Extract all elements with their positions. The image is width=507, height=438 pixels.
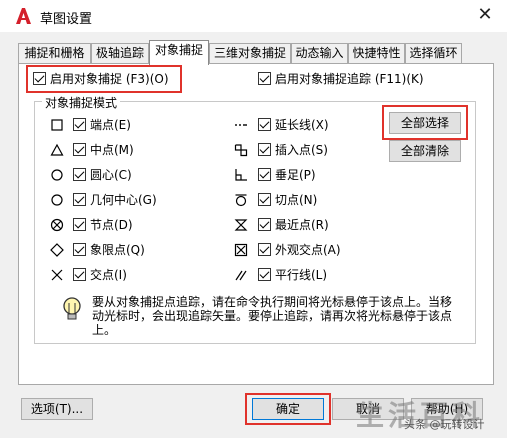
midpoint-triangle-icon	[50, 143, 64, 157]
title-bar: 草图设置 ✕	[0, 0, 507, 32]
quadrant-checkbox[interactable]	[73, 243, 86, 256]
endpoint-square-icon	[50, 118, 64, 132]
midpoint-label[interactable]: 中点(M)	[90, 143, 134, 157]
intersection-checkbox[interactable]	[73, 268, 86, 281]
otrack-on-label[interactable]: 启用对象捕捉追踪 (F11)(K)	[275, 72, 424, 86]
otrack-on-checkbox[interactable]	[258, 72, 271, 85]
parallel-checkbox[interactable]	[258, 268, 271, 281]
node-icon	[50, 218, 64, 232]
perpendicular-icon	[234, 168, 248, 182]
apparent-intersection-label[interactable]: 外观交点(A)	[275, 243, 341, 257]
autocad-a-icon	[14, 7, 32, 25]
nearest-label[interactable]: 最近点(R)	[275, 218, 329, 232]
midpoint-checkbox[interactable]	[73, 143, 86, 156]
center-checkbox[interactable]	[73, 168, 86, 181]
intersection-x-icon	[50, 268, 64, 282]
quadrant-diamond-icon	[50, 243, 64, 257]
highlight-ok	[245, 393, 331, 425]
highlight-osnap-on	[26, 65, 182, 93]
insertion-icon	[234, 143, 248, 157]
lightbulb-icon	[60, 296, 84, 322]
insertion-label[interactable]: 插入点(S)	[275, 143, 328, 157]
perpendicular-label[interactable]: 垂足(P)	[275, 168, 316, 182]
endpoint-label[interactable]: 端点(E)	[90, 118, 131, 132]
tab-strip: 捕捉和栅格 极轴追踪 对象捕捉 三维对象捕捉 动态输入 快捷特性 选择循环	[18, 40, 494, 65]
parallel-label[interactable]: 平行线(L)	[275, 268, 327, 282]
options-button[interactable]: 选项(T)...	[21, 398, 93, 420]
tab-snap-grid[interactable]: 捕捉和栅格	[18, 43, 91, 64]
insertion-checkbox[interactable]	[258, 143, 271, 156]
intersection-label[interactable]: 交点(I)	[90, 268, 127, 282]
geometric-center-checkbox[interactable]	[73, 193, 86, 206]
highlight-select-all	[382, 105, 468, 140]
node-label[interactable]: 节点(D)	[90, 218, 133, 232]
center-label[interactable]: 圆心(C)	[90, 168, 132, 182]
extension-checkbox[interactable]	[258, 118, 271, 131]
tab-dynamic-input[interactable]: 动态输入	[291, 43, 348, 64]
extension-icon	[234, 118, 248, 132]
tab-3d-object-snap[interactable]: 三维对象捕捉	[209, 43, 291, 64]
geometric-center-label[interactable]: 几何中心(G)	[90, 193, 157, 207]
nearest-icon	[234, 218, 248, 232]
tab-polar-tracking[interactable]: 极轴追踪	[91, 43, 149, 64]
tangent-label[interactable]: 切点(N)	[275, 193, 317, 207]
extension-label[interactable]: 延长线(X)	[275, 118, 329, 132]
tab-quick-properties[interactable]: 快捷特性	[348, 43, 405, 64]
endpoint-checkbox[interactable]	[73, 118, 86, 131]
apparent-intersection-checkbox[interactable]	[258, 243, 271, 256]
tangent-icon	[234, 193, 248, 207]
snap-modes-title: 对象捕捉模式	[42, 94, 121, 111]
window-title: 草图设置	[40, 12, 93, 27]
parallel-icon	[234, 268, 248, 282]
node-checkbox[interactable]	[73, 218, 86, 231]
tangent-checkbox[interactable]	[258, 193, 271, 206]
quadrant-label[interactable]: 象限点(Q)	[90, 243, 145, 257]
clear-all-button[interactable]: 全部清除	[389, 140, 461, 162]
apparent-intersection-icon	[234, 243, 248, 257]
watermark-subtext: 头条 @玩转设计	[404, 418, 485, 431]
center-circle-icon	[50, 168, 64, 182]
close-icon[interactable]: ✕	[470, 4, 500, 28]
tab-object-snap[interactable]: 对象捕捉	[149, 40, 209, 65]
perpendicular-checkbox[interactable]	[258, 168, 271, 181]
geometric-center-icon	[50, 193, 64, 207]
tip-text: 要从对象捕捉点追踪，请在命令执行期间将光标悬停于该点上。当移动光标时，会出现追踪…	[92, 295, 453, 337]
nearest-checkbox[interactable]	[258, 218, 271, 231]
tab-selection-cycling[interactable]: 选择循环	[405, 43, 462, 64]
